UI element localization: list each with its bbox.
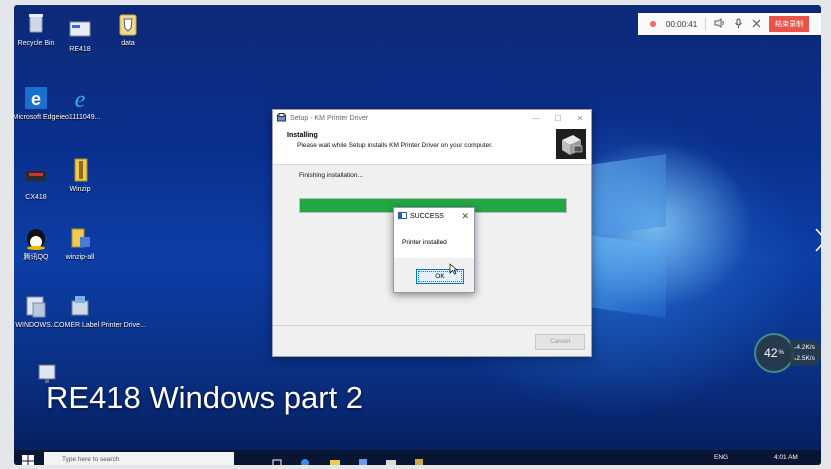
desktop-icon-label: CX418 [25, 194, 47, 201]
setup-header: Installing Please wait while Setup insta… [273, 126, 591, 165]
edge-icon: e [23, 85, 49, 111]
recording-timer: 00:00:41 [666, 19, 698, 29]
file-explorer-icon[interactable] [330, 455, 340, 465]
desktop-icon-label: winzip-all [65, 254, 95, 261]
cpu-usage-ring: 42% [754, 333, 794, 373]
mail-icon[interactable] [386, 455, 396, 465]
next-slide-arrow-icon[interactable] [814, 227, 821, 257]
language-indicator[interactable]: ENG [714, 454, 728, 461]
printer-shortcut-icon [23, 165, 49, 191]
installer-box-icon [555, 128, 587, 160]
app-taskbar-icon[interactable] [414, 455, 424, 465]
success-dialog-title: SUCCESS [410, 212, 444, 220]
svg-text:e: e [75, 87, 86, 111]
qq-penguin-icon [23, 225, 49, 251]
store-icon[interactable] [358, 455, 368, 465]
setup-title-bar[interactable]: Setup - KM Printer Driver — ☐ ✕ [273, 110, 591, 126]
mouse-cursor-icon [449, 262, 458, 280]
setup-status-text: Finishing installation... [299, 172, 363, 179]
svg-text:e: e [31, 89, 41, 109]
usage-percent: 42 [764, 346, 778, 360]
desktop-icon-label: ieo1111049... [59, 114, 101, 121]
download-speed: 2.5K/s [794, 353, 814, 364]
desktop-icon-comer-driver[interactable]: COMER Label Printer Drive... [54, 293, 146, 330]
network-speed-widget: 42% 4.2K/s 2.5K/s [754, 333, 821, 373]
video-frame: Recycle Bin RE418 data e Microsoft Edge … [14, 5, 821, 465]
desktop-icon-winzip-all[interactable]: winzip-all [54, 225, 106, 262]
maximize-button[interactable]: ☐ [547, 114, 569, 123]
dialog-close-button[interactable]: ✕ [461, 211, 469, 222]
setup-installer-icon [67, 293, 93, 319]
setup-window-title: Setup - KM Printer Driver [290, 114, 369, 122]
upload-speed: 4.2K/s [794, 342, 814, 353]
windows-start-icon[interactable] [22, 454, 34, 465]
microphone-icon[interactable] [734, 18, 743, 31]
screen-recorder-toolbar: 00:00:41 结束录制 [638, 13, 821, 35]
taskbar: Type here to search ENG 4:01 AM [14, 450, 821, 465]
close-button[interactable]: ✕ [569, 114, 591, 123]
dialog-window-icon [398, 211, 407, 221]
taskbar-search-input[interactable]: Type here to search [44, 452, 234, 465]
recycle-bin-icon [23, 11, 49, 37]
desktop-icon-ie[interactable]: e ieo1111049... [54, 85, 106, 122]
recording-dot-icon [650, 21, 656, 27]
internet-explorer-icon: e [67, 85, 93, 113]
folder-icon [23, 293, 49, 319]
success-dialog-title-bar[interactable]: SUCCESS ✕ [394, 208, 474, 224]
success-message: Printer installed [402, 239, 447, 246]
speaker-icon[interactable] [714, 18, 725, 30]
desktop-icon-data[interactable]: data [102, 11, 154, 48]
minimize-button[interactable]: — [525, 114, 547, 123]
desktop-icon-label: COMER Label Printer Drive... [54, 322, 146, 329]
cancel-button[interactable]: Cancel [535, 334, 585, 350]
stop-recording-button[interactable]: 结束录制 [769, 16, 810, 32]
shortcut-icon [67, 17, 93, 43]
desktop-icon-label: Winzip [69, 186, 91, 193]
desktop-icon-label: RE418 [69, 46, 91, 53]
video-caption: RE418 Windows part 2 [46, 380, 364, 415]
edge-taskbar-icon[interactable] [300, 455, 310, 465]
success-dialog: SUCCESS ✕ Printer installed OK [393, 207, 475, 293]
setup-subheading: Please wait while Setup installs KM Prin… [297, 142, 493, 149]
close-icon[interactable] [752, 19, 761, 30]
folder-shield-icon [115, 11, 141, 37]
winzip-all-icon [67, 225, 93, 251]
winzip-icon [67, 157, 93, 183]
desktop-icon-label: data [121, 40, 135, 47]
desktop-icon-winzip[interactable]: Winzip [54, 157, 106, 194]
taskbar-clock[interactable]: 4:01 AM [774, 454, 798, 461]
setup-app-icon [277, 112, 286, 124]
desktop-icon-re418[interactable]: RE418 [54, 17, 106, 54]
setup-heading: Installing [287, 132, 318, 139]
task-view-icon[interactable] [272, 455, 282, 465]
